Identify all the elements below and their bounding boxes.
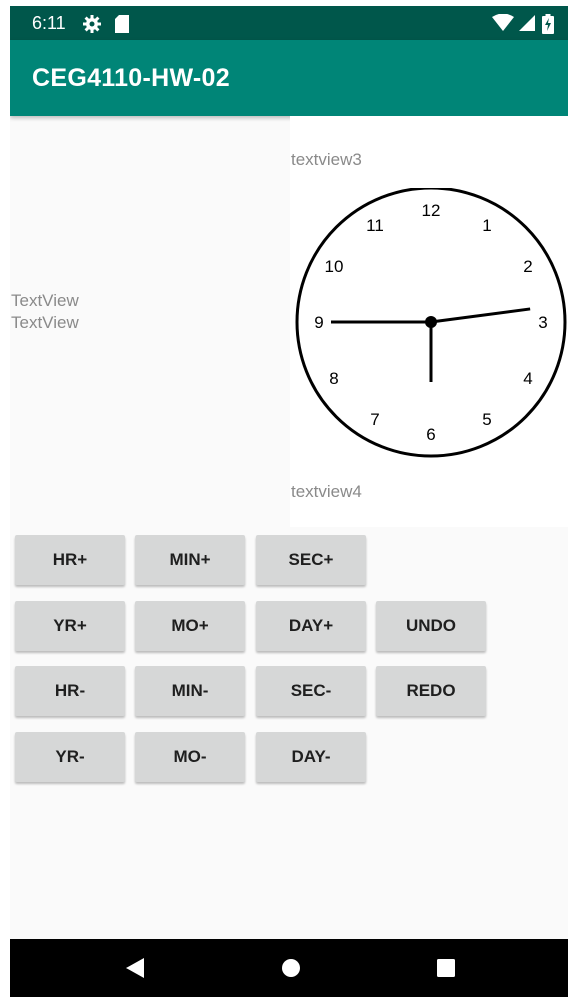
clock-number: 1	[482, 216, 491, 235]
hr-minus-button[interactable]: HR-	[15, 666, 125, 716]
sec-minus-button[interactable]: SEC-	[256, 666, 366, 716]
clock-number: 8	[329, 369, 338, 388]
clock-center	[425, 316, 437, 328]
min-plus-button[interactable]: MIN+	[135, 535, 245, 585]
analog-clock: 121234567891011	[295, 188, 567, 458]
hr-plus-button[interactable]: HR+	[15, 535, 125, 585]
yr-minus-button[interactable]: YR-	[15, 732, 125, 782]
min-minus-button[interactable]: MIN-	[135, 666, 245, 716]
textview-2: TextView	[11, 313, 79, 332]
clock-number: 4	[523, 369, 532, 388]
home-icon[interactable]	[281, 958, 301, 983]
app-bar: CEG4110-HW-02	[10, 40, 568, 116]
day-minus-button[interactable]: DAY-	[256, 732, 366, 782]
mo-minus-button[interactable]: MO-	[135, 732, 245, 782]
sec-plus-button[interactable]: SEC+	[256, 535, 366, 585]
wifi-icon	[492, 13, 514, 37]
clock-number: 5	[482, 410, 491, 429]
redo-button[interactable]: REDO	[376, 666, 486, 716]
back-icon[interactable]	[124, 956, 146, 985]
clock-number: 9	[314, 313, 323, 332]
day-plus-button[interactable]: DAY+	[256, 601, 366, 651]
textview-4: textview4	[291, 482, 362, 501]
device-screen: 6:11 CEG4110-HW-02 TextView TextView tex…	[10, 6, 568, 997]
battery-charging-icon	[542, 14, 554, 39]
undo-button[interactable]: UNDO	[376, 601, 486, 651]
clock-number: 6	[426, 425, 435, 444]
clock-number: 2	[523, 257, 532, 276]
textview-1: TextView	[11, 291, 79, 310]
clock-number: 12	[422, 201, 441, 220]
mo-plus-button[interactable]: MO+	[135, 601, 245, 651]
settings-icon	[82, 14, 102, 39]
clock-number: 11	[366, 216, 384, 235]
status-time: 6:11	[32, 13, 66, 33]
yr-plus-button[interactable]: YR+	[15, 601, 125, 651]
recents-icon[interactable]	[437, 959, 455, 982]
app-title: CEG4110-HW-02	[32, 64, 230, 92]
navigation-bar	[10, 939, 568, 997]
sd-card-icon	[114, 14, 130, 39]
cell-signal-icon	[518, 14, 536, 37]
clock-number: 10	[325, 257, 344, 276]
status-bar: 6:11	[10, 6, 568, 40]
textview-3: textview3	[291, 150, 362, 169]
clock-number: 3	[538, 313, 547, 332]
clock-number: 7	[370, 410, 379, 429]
